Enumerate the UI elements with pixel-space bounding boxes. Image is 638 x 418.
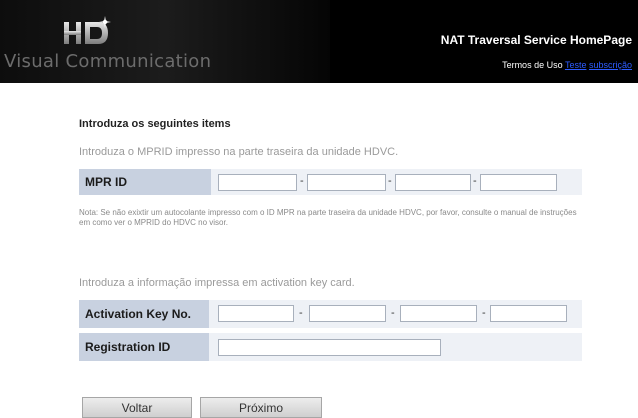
hd-logo-icon [64, 16, 111, 44]
section-title: Introduza os seguintes items [79, 118, 231, 130]
mpr-id-row: MPR ID - - - [79, 169, 582, 195]
mpr-note: Nota: Se não exixtir um autocolante impr… [79, 208, 577, 227]
mpr-id-field-1[interactable] [218, 174, 297, 191]
mpr-id-field-4[interactable] [480, 174, 557, 191]
back-button[interactable]: Voltar [82, 397, 192, 418]
activation-key-field-3[interactable] [400, 305, 477, 322]
logo: Visual Communication [0, 0, 330, 83]
registration-id-field[interactable] [218, 339, 441, 356]
test-link[interactable]: Teste [565, 60, 587, 70]
registration-id-row: Registration ID [79, 333, 582, 361]
separator: - [482, 307, 486, 319]
mpr-id-field-2[interactable] [307, 174, 386, 191]
terms-of-use-link[interactable]: Termos de Uso [502, 60, 563, 70]
registration-id-label: Registration ID [79, 333, 209, 361]
header-banner: Visual Communication NAT Traversal Servi… [0, 0, 638, 83]
next-button[interactable]: Próximo [200, 397, 322, 418]
separator: - [391, 307, 395, 319]
separator: - [473, 175, 477, 187]
mpr-id-label: MPR ID [79, 169, 211, 195]
top-links: Termos de Uso Teste subscrição [502, 60, 632, 70]
activation-key-field-2[interactable] [309, 305, 386, 322]
activation-key-row: Activation Key No. - - - [79, 300, 582, 328]
activation-key-label: Activation Key No. [79, 300, 209, 328]
separator: - [300, 175, 304, 187]
separator: - [388, 175, 392, 187]
activation-key-field-1[interactable] [218, 305, 294, 322]
page: Visual Communication NAT Traversal Servi… [0, 0, 638, 418]
subscription-link[interactable]: subscrição [589, 60, 632, 70]
mpr-id-field-3[interactable] [395, 174, 471, 191]
site-title: NAT Traversal Service HomePage [440, 33, 632, 47]
logo-text: Visual Communication [4, 51, 212, 72]
activation-key-field-4[interactable] [490, 305, 567, 322]
separator: - [299, 307, 303, 319]
mpr-instruction: Introduza o MPRID impresso na parte tras… [79, 146, 399, 158]
activation-instruction: Introduza a informação impressa em activ… [79, 277, 355, 289]
